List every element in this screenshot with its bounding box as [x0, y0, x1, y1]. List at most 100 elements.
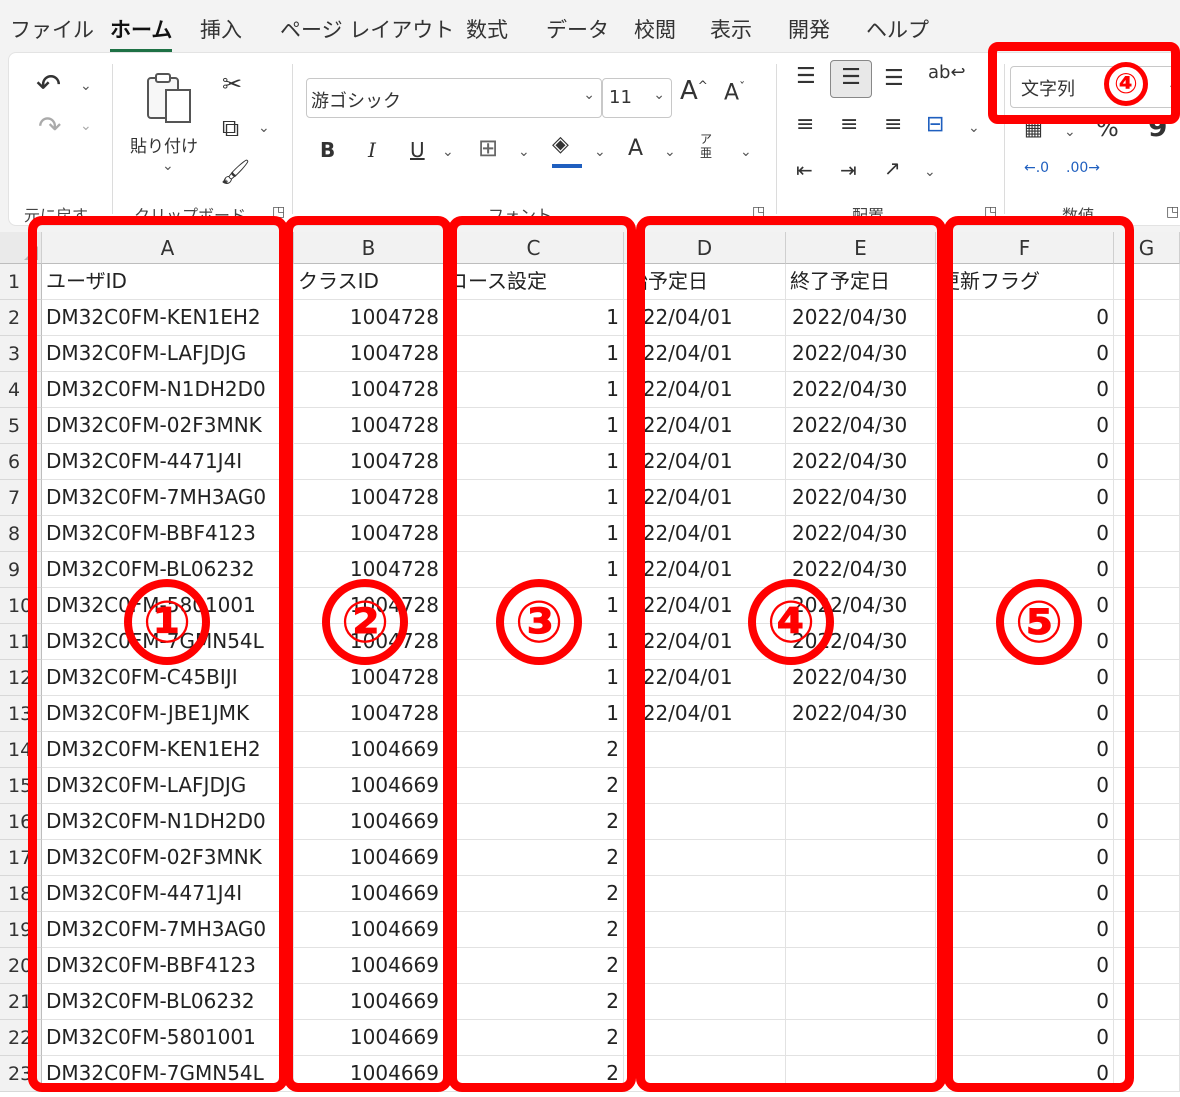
cell-d[interactable] [624, 1020, 786, 1056]
cell-f[interactable]: 0 [936, 336, 1114, 372]
cell-c[interactable]: 2 [444, 984, 624, 1020]
cell-a[interactable]: DM32C0FM-7MH3AG0 [42, 480, 294, 516]
tab-file[interactable]: ファイル [10, 14, 94, 44]
cell-c[interactable]: 2 [444, 948, 624, 984]
cell-g[interactable] [1114, 876, 1180, 912]
comma-style-button[interactable]: 9 [1148, 110, 1167, 143]
undo-dropdown-icon[interactable]: ⌄ [80, 78, 92, 94]
cell-a[interactable]: DM32C0FM-KEN1EH2 [42, 300, 294, 336]
cell-g[interactable] [1114, 912, 1180, 948]
font-color-dropdown-icon[interactable]: ⌄ [664, 144, 676, 160]
cell-c[interactable]: 1 [444, 372, 624, 408]
cell-e[interactable]: 2022/04/30 [786, 516, 936, 552]
cell-g[interactable] [1114, 372, 1180, 408]
cell-b[interactable]: 1004728 [294, 300, 444, 336]
row-header[interactable]: 2 [0, 300, 42, 336]
increase-font-icon[interactable]: A^ [680, 76, 708, 106]
cell-b[interactable]: 1004669 [294, 948, 444, 984]
cell-e[interactable] [786, 804, 936, 840]
cell-b[interactable]: 1004728 [294, 660, 444, 696]
merge-center-icon[interactable]: ⊟ [926, 112, 944, 137]
row-header[interactable]: 15 [0, 768, 42, 804]
cell-a[interactable]: DM32C0FM-BBF4123 [42, 948, 294, 984]
cell-e[interactable] [786, 768, 936, 804]
header-cell-c[interactable]: コース設定 [444, 264, 624, 300]
cell-g[interactable] [1114, 624, 1180, 660]
cell-e[interactable] [786, 948, 936, 984]
cell-d[interactable] [624, 912, 786, 948]
cell-b[interactable]: 1004669 [294, 768, 444, 804]
increase-indent-icon[interactable]: ⇥ [840, 158, 857, 182]
cell-e[interactable] [786, 1056, 936, 1092]
cell-d[interactable]: 022/04/01 [624, 336, 786, 372]
decrease-decimal-icon[interactable]: .00→ [1066, 160, 1100, 176]
cell-c[interactable]: 1 [444, 696, 624, 732]
cell-g[interactable] [1114, 444, 1180, 480]
align-center-icon[interactable]: ≡ [840, 112, 858, 137]
cell-b[interactable]: 1004728 [294, 372, 444, 408]
cell-e[interactable] [786, 876, 936, 912]
fill-color-icon[interactable]: ◈ [552, 132, 569, 157]
cell-d[interactable] [624, 768, 786, 804]
cell-d[interactable] [624, 804, 786, 840]
tab-data[interactable]: データ [546, 14, 609, 44]
cell-f[interactable]: 0 [936, 696, 1114, 732]
row-header[interactable]: 17 [0, 840, 42, 876]
underline-button[interactable]: U [410, 138, 425, 162]
cell-f[interactable]: 0 [936, 984, 1114, 1020]
increase-decimal-icon[interactable]: ←.0 [1024, 160, 1049, 176]
cell-f[interactable]: 0 [936, 804, 1114, 840]
italic-button[interactable]: I [368, 138, 376, 162]
cell-e[interactable]: 2022/04/30 [786, 408, 936, 444]
align-bottom-icon[interactable]: ☰ [884, 66, 904, 91]
cell-g[interactable] [1114, 480, 1180, 516]
worksheet-grid[interactable]: A B C D E F G 1 ユーザID クラスID コース設定 始予定日 終了予定日更… [0, 232, 1180, 1097]
cell-e[interactable]: 2022/04/30 [786, 444, 936, 480]
cell-a[interactable]: DM32C0FM-C45BIJI [42, 660, 294, 696]
row-header[interactable]: 3 [0, 336, 42, 372]
cell-e[interactable] [786, 732, 936, 768]
cell-g[interactable] [1114, 948, 1180, 984]
cell-f[interactable]: 0 [936, 912, 1114, 948]
cell-a[interactable]: DM32C0FM-N1DH2D0 [42, 372, 294, 408]
cell-g[interactable] [1114, 984, 1180, 1020]
tab-view[interactable]: 表示 [710, 14, 752, 44]
cell-f[interactable]: 0 [936, 660, 1114, 696]
cell-e[interactable]: 2022/04/30 [786, 696, 936, 732]
cell-g[interactable] [1114, 516, 1180, 552]
cell-b[interactable]: 1004669 [294, 984, 444, 1020]
paste-label[interactable]: 貼り付け [130, 132, 198, 157]
cell-f[interactable]: 0 [936, 408, 1114, 444]
cell-g[interactable] [1114, 840, 1180, 876]
merge-dropdown-icon[interactable]: ⌄ [968, 120, 980, 136]
header-cell-e[interactable]: 終了予定日 [786, 264, 936, 300]
cell-c[interactable]: 1 [444, 300, 624, 336]
cut-icon[interactable]: ✂ [222, 70, 242, 98]
cell-e[interactable]: 2022/04/30 [786, 372, 936, 408]
cell-g[interactable] [1114, 1020, 1180, 1056]
cell-a[interactable]: DM32C0FM-LAFJDJG [42, 336, 294, 372]
cell-d[interactable]: 022/04/01 [624, 300, 786, 336]
font-size-dropdown[interactable]: 11 ⌄ [602, 78, 672, 118]
align-middle-icon[interactable]: ☰ [830, 60, 872, 98]
cell-c[interactable]: 1 [444, 480, 624, 516]
cell-g[interactable] [1114, 660, 1180, 696]
cell-b[interactable]: 1004669 [294, 804, 444, 840]
cell-a[interactable]: DM32C0FM-BL06232 [42, 984, 294, 1020]
cell-d[interactable] [624, 732, 786, 768]
header-cell-d[interactable]: 始予定日 [624, 264, 786, 300]
row-header[interactable]: 1 [0, 264, 42, 300]
underline-dropdown-icon[interactable]: ⌄ [442, 144, 454, 160]
cell-d[interactable]: 022/04/01 [624, 696, 786, 732]
cell-d[interactable]: 022/04/01 [624, 552, 786, 588]
cell-e[interactable]: 2022/04/30 [786, 480, 936, 516]
row-header[interactable]: 22 [0, 1020, 42, 1056]
column-header-g[interactable]: G [1114, 232, 1180, 264]
column-header-b[interactable]: B [294, 232, 444, 264]
number-launcher-icon[interactable]: ◳ [1166, 204, 1179, 220]
cell-c[interactable]: 2 [444, 840, 624, 876]
font-name-dropdown[interactable]: 游ゴシック ⌄ [306, 78, 602, 118]
paste-icon[interactable] [142, 70, 198, 130]
cell-f[interactable]: 0 [936, 768, 1114, 804]
cell-e[interactable] [786, 912, 936, 948]
